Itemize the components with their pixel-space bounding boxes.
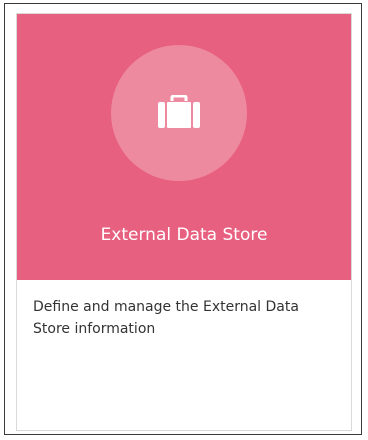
screenshot-frame: External Data Store Define and manage th… (4, 3, 362, 435)
tile-header: External Data Store (17, 14, 351, 280)
icon-circle (111, 45, 247, 181)
tile-title: External Data Store (100, 225, 268, 245)
external-data-store-tile[interactable]: External Data Store Define and manage th… (16, 13, 352, 431)
tile-description: Define and manage the External Data Stor… (33, 299, 299, 337)
briefcase-icon (158, 95, 200, 128)
